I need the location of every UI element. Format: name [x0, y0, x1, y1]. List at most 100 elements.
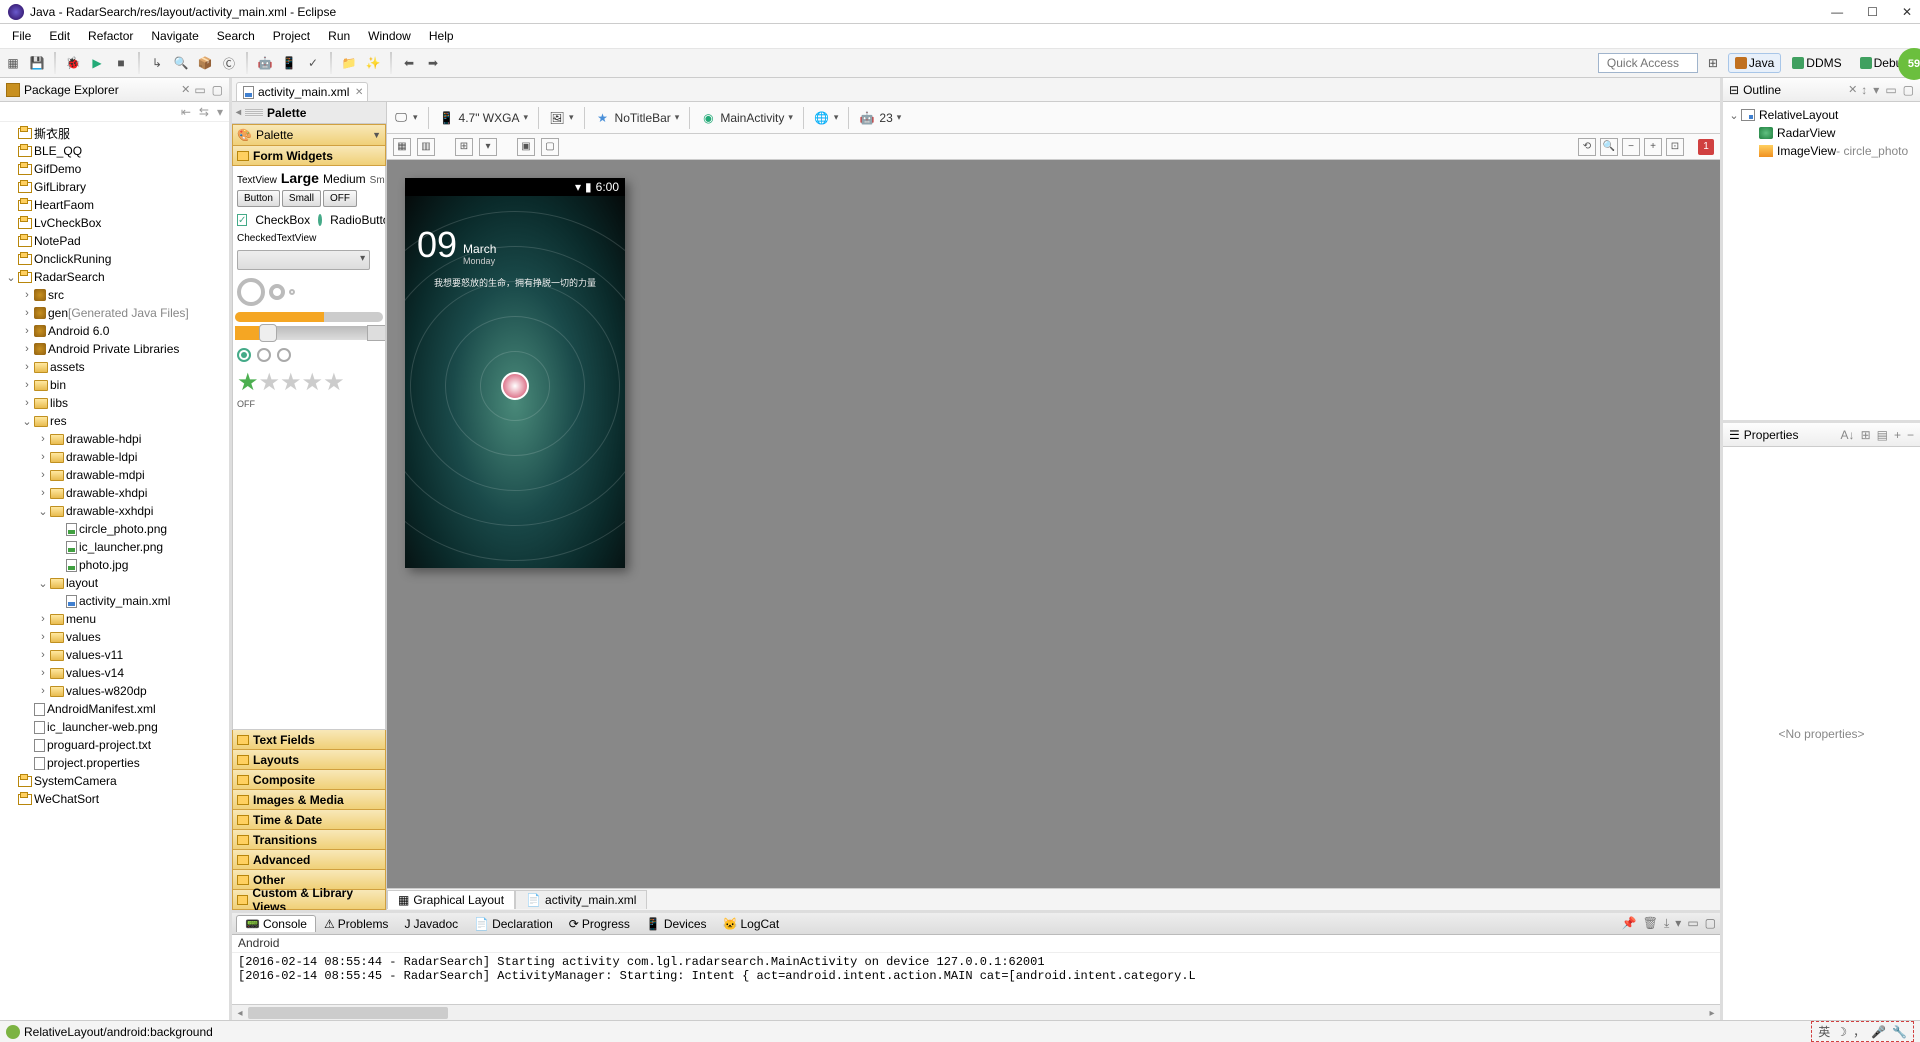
tree-item[interactable]: ⌄drawable-xxhdpi [0, 502, 229, 520]
android-sdk-icon[interactable]: 🤖 [256, 54, 274, 72]
zoom-grid-icon[interactable]: ⊞ [455, 138, 473, 156]
tree-item[interactable]: ›Android Private Libraries [0, 340, 229, 358]
tab-xml-source[interactable]: 📄activity_main.xml [515, 890, 647, 909]
tab-close-icon[interactable]: ✕ [355, 87, 363, 98]
tree-item[interactable]: ›menu [0, 610, 229, 628]
debug-icon[interactable]: 🐞 [64, 54, 82, 72]
menu-navigate[interactable]: Navigate [143, 27, 206, 45]
menu-help[interactable]: Help [421, 27, 462, 45]
tree-item[interactable]: ›values [0, 628, 229, 646]
run-icon[interactable]: ▶ [88, 54, 106, 72]
tree-item[interactable]: circle_photo.png [0, 520, 229, 538]
palette-cat-composite[interactable]: Composite [232, 770, 386, 790]
props-add-icon[interactable]: + [1894, 428, 1901, 442]
back-icon[interactable]: ⬅ [400, 54, 418, 72]
design-canvas[interactable]: ▾▮6:00 09 MarchMonday 我想要怒放的生命，拥有挣脱一切的力量 [387, 160, 1720, 888]
zoom-100-icon[interactable]: 🔍 [1600, 138, 1618, 156]
close-button[interactable]: ✕ [1902, 5, 1912, 19]
props-adv-icon[interactable]: ▤ [1877, 428, 1888, 442]
tree-item[interactable]: GifLibrary [0, 178, 229, 196]
lint-warning-badge[interactable]: 1 [1698, 139, 1714, 155]
quick-access-input[interactable] [1598, 53, 1698, 73]
menu-file[interactable]: File [4, 27, 39, 45]
open-type-icon[interactable]: ↳ [148, 54, 166, 72]
tree-item[interactable]: ›assets [0, 358, 229, 376]
forward-icon[interactable]: ➡ [424, 54, 442, 72]
zoom-in-icon[interactable]: + [1644, 138, 1662, 156]
ime-mic-icon[interactable]: 🎤 [1871, 1025, 1886, 1039]
tree-item[interactable]: ›values-w820dp [0, 682, 229, 700]
props-del-icon[interactable]: − [1907, 428, 1914, 442]
activity-chooser[interactable]: ◉MainActivity▾ [700, 110, 793, 126]
console-tab-problems[interactable]: ⚠Problems [316, 916, 396, 932]
tree-item[interactable]: ⌄layout [0, 574, 229, 592]
zoom-actual-icon[interactable]: ⊡ [1666, 138, 1684, 156]
editor-tab-activity-main[interactable]: activity_main.xml ✕ [236, 82, 368, 101]
palette-cat-text-fields[interactable]: Text Fields [232, 730, 386, 750]
palette-cat-transitions[interactable]: Transitions [232, 830, 386, 850]
avd-icon[interactable]: 📱 [280, 54, 298, 72]
api-chooser[interactable]: 🤖23▾ [859, 110, 901, 126]
tree-item[interactable]: photo.jpg [0, 556, 229, 574]
ime-moon-icon[interactable]: ☽ [1836, 1025, 1847, 1039]
collapse-all-icon[interactable]: ⇤ [181, 105, 191, 119]
menu-window[interactable]: Window [360, 27, 419, 45]
tree-item[interactable]: ›bin [0, 376, 229, 394]
ime-comma-icon[interactable]: ， [1853, 1023, 1865, 1040]
palette-seekbar[interactable] [235, 326, 383, 340]
zoom-fit-icon[interactable]: ▾ [479, 138, 497, 156]
search-icon[interactable]: 🔍 [172, 54, 190, 72]
view-close-icon[interactable]: ✕ [181, 83, 190, 96]
palette-cat-time-date[interactable]: Time & Date [232, 810, 386, 830]
tree-item[interactable]: ⌄res [0, 412, 229, 430]
tree-item[interactable]: ›drawable-xhdpi [0, 484, 229, 502]
project-tree[interactable]: 撕衣服BLE_QQGifDemoGifLibraryHeartFaomLvChe… [0, 122, 229, 1020]
zoom-reset-icon[interactable]: ⟲ [1578, 138, 1596, 156]
screenshot-icon[interactable]: ▢ [541, 138, 559, 156]
tree-item[interactable]: LvCheckBox [0, 214, 229, 232]
palette-spinner[interactable] [237, 250, 370, 270]
tree-item[interactable]: GifDemo [0, 160, 229, 178]
props-sort-az-icon[interactable]: A↓ [1841, 428, 1855, 442]
tree-item[interactable]: ›values-v14 [0, 664, 229, 682]
perspective-java[interactable]: Java [1728, 53, 1781, 73]
new-icon[interactable]: ▦ [4, 54, 22, 72]
outline-tree[interactable]: ⌄RelativeLayout RadarView ImageView - ci… [1723, 102, 1920, 420]
palette-cat-custom-library-views[interactable]: Custom & Library Views [232, 890, 386, 910]
tree-item[interactable]: activity_main.xml [0, 592, 229, 610]
tree-item[interactable]: proguard-project.txt [0, 736, 229, 754]
palette-progress-circles[interactable] [235, 274, 383, 310]
palette-radio-group[interactable] [235, 344, 383, 366]
tree-item[interactable]: ›libs [0, 394, 229, 412]
view-min-icon[interactable]: ▭ [194, 83, 205, 97]
palette-ratingbar[interactable]: ★★★★★ [235, 366, 383, 399]
menu-refactor[interactable]: Refactor [80, 27, 141, 45]
palette-cat-layouts[interactable]: Layouts [232, 750, 386, 770]
menu-project[interactable]: Project [265, 27, 318, 45]
open-perspective-icon[interactable]: ⊞ [1704, 54, 1722, 72]
theme-chooser[interactable]: ★NoTitleBar▾ [595, 110, 680, 126]
tree-item[interactable]: ic_launcher-web.png [0, 718, 229, 736]
emulate-icon[interactable]: ▣ [517, 138, 535, 156]
console-clear-icon[interactable]: 🗑 [1643, 916, 1658, 931]
palette-textview-row[interactable]: TextView Large Medium Small [235, 168, 383, 188]
stop-icon[interactable]: ■ [112, 54, 130, 72]
device-chooser[interactable]: 📱4.7" WXGA▾ [439, 110, 528, 126]
toggle-clip-icon[interactable]: ▥ [417, 138, 435, 156]
props-tree-icon[interactable]: ⊞ [1861, 428, 1871, 442]
palette-collapse-icon[interactable]: ◂ [236, 107, 241, 118]
outline-sort-icon[interactable]: ↕ [1861, 83, 1867, 97]
console-output[interactable]: [2016-02-14 08:55:44 - RadarSearch] Star… [232, 953, 1720, 1004]
console-tab-logcat[interactable]: 🐱LogCat [715, 916, 788, 932]
tree-item[interactable]: ›drawable-ldpi [0, 448, 229, 466]
tree-item[interactable]: ›drawable-mdpi [0, 466, 229, 484]
tree-item[interactable]: OnclickRuning [0, 250, 229, 268]
zoom-out-icon[interactable]: − [1622, 138, 1640, 156]
tree-item[interactable]: ›values-v11 [0, 646, 229, 664]
tree-item[interactable]: ›drawable-hdpi [0, 430, 229, 448]
console-max-icon[interactable]: ▢ [1705, 916, 1716, 931]
tree-item[interactable]: WeChatSort [0, 790, 229, 808]
palette-checkbox-row[interactable]: ✓CheckBox RadioButton [235, 209, 383, 231]
toggle-outline-icon[interactable]: ▦ [393, 138, 411, 156]
orientation-chooser[interactable]: 🖼▾ [549, 110, 574, 126]
